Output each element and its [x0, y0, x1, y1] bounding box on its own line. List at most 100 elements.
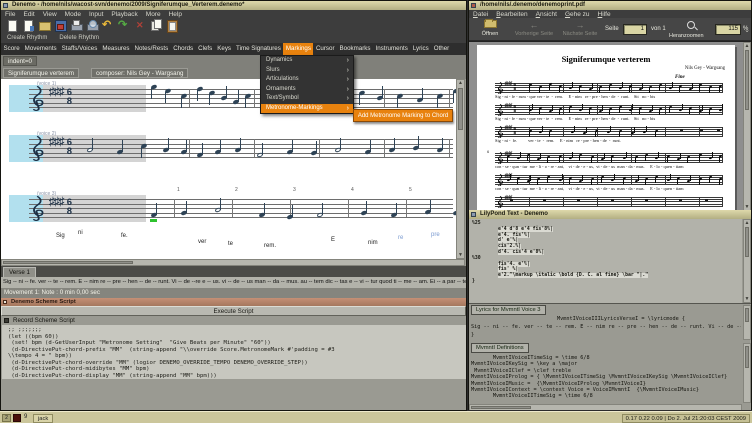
markings-menu-item[interactable]: Text/Symbol [261, 94, 353, 104]
lyric-syllable[interactable]: pre [431, 232, 440, 238]
score-hscrollbar[interactable] [1, 259, 465, 266]
denemo-titlebar[interactable]: Denemo - /home/nils/wacost-svn/denemo/20… [1, 1, 466, 10]
scroll-thumb[interactable] [745, 308, 749, 322]
menu-item[interactable]: Ansicht [532, 11, 561, 18]
command-menu-item[interactable]: Score [1, 43, 22, 55]
add-metronome-marking-menu-item[interactable]: Add Metronome Marking to Chord [353, 109, 453, 122]
lilypond-titlebar[interactable]: LilyPond Text - Denemo [469, 210, 751, 219]
menu-item[interactable]: Bearbeiten [492, 11, 531, 18]
menu-item[interactable]: File [1, 11, 19, 18]
markings-menu-item[interactable]: Articulations [261, 75, 353, 85]
scroll-up-icon[interactable]: ▲ [744, 43, 750, 49]
scroll-up-icon[interactable]: ▲ [744, 220, 750, 226]
rhythm-button[interactable]: Delete Rhythm [53, 35, 105, 41]
menu-item[interactable]: Datei [469, 11, 492, 18]
menu-item[interactable]: Hilfe [594, 11, 615, 18]
pdf-view-area[interactable]: Signiferumque verterem Nils Gey - Wargsa… [469, 41, 751, 210]
scroll-thumb[interactable] [745, 50, 749, 110]
scroll-thumb[interactable] [471, 406, 531, 409]
lyric-syllable[interactable]: te [228, 241, 233, 247]
scroll-down-icon[interactable]: ▼ [744, 296, 750, 302]
save-icon[interactable] [54, 19, 67, 32]
staff-voice-2[interactable]: ♯♯♯ 6 8 [9, 135, 453, 162]
lyrics-code-line[interactable]: } [471, 332, 474, 338]
open-icon[interactable] [22, 19, 34, 32]
scroll-down-icon[interactable]: ▼ [457, 252, 464, 258]
lilypond-text-view[interactable]: %25 e'4 d'8 e'4 fis'8%| e'4. fis'%| d' e'%|… [469, 219, 742, 303]
command-menu-item[interactable]: Movements [22, 43, 59, 55]
execute-script-button[interactable]: Execute Script [1, 306, 466, 316]
lyrics-code-line[interactable]: Sig -- ni -- fe. ver -- te -- rem. E -- … [471, 324, 741, 330]
command-menu-item[interactable]: Clefs [196, 43, 215, 55]
definitions-text-view[interactable]: MvmntIVoiceITimeSig = \time 6/8 MvmntIVoi… [471, 355, 741, 405]
lyrics-voice-tab[interactable]: Lyrics for MvmntI Voice 3 [471, 305, 546, 315]
print-preview-icon[interactable] [86, 19, 99, 32]
lyrics-code-line[interactable]: MvmntIVoiceIIILyricsVerseI = \lyricmode … [557, 316, 685, 322]
staff-voice-3[interactable]: ♯♯♯ 6 8 [9, 195, 456, 222]
menu-item[interactable]: View [39, 11, 61, 18]
menu-item[interactable]: Edit [19, 11, 38, 18]
chevron-down-icon[interactable]: ⌄ [744, 26, 750, 34]
redo-icon[interactable] [118, 19, 130, 32]
pdf-vscrollbar[interactable]: ▲ ▼ [743, 42, 751, 210]
zoom-in-icon[interactable] [687, 21, 695, 29]
command-menu-item[interactable]: Cursor [313, 43, 337, 55]
score-vscrollbar[interactable]: ▲ ▼ [456, 79, 465, 259]
command-menu-item[interactable]: Keys [215, 43, 234, 55]
indent-button[interactable]: indent=0 [3, 56, 37, 66]
scroll-thumb[interactable] [3, 261, 133, 264]
new-score-icon[interactable] [6, 19, 18, 32]
definitions-tab[interactable]: MvmntI Definitions [471, 343, 529, 353]
note[interactable] [452, 210, 456, 216]
command-menu-item[interactable]: Measures [100, 43, 132, 55]
menu-item[interactable]: More [142, 11, 165, 18]
command-menu-item[interactable]: Chords [171, 43, 196, 55]
workspace-pager[interactable]: 2 [2, 414, 11, 422]
pdf-titlebar[interactable]: /home/nils/.denemo/denemoprint.pdf [469, 1, 751, 10]
markings-menu-item[interactable]: Slurs [261, 66, 353, 76]
open-folder-icon[interactable] [38, 19, 51, 32]
verse-lyrics-line[interactable]: Sig -- ni -- fe. ver -- te -- rem. E -- … [1, 277, 466, 288]
definitions-vscrollbar[interactable] [743, 343, 751, 403]
command-menu-item[interactable]: Other [431, 43, 451, 55]
previous-page-button[interactable]: ← Vorherige Seite [511, 21, 557, 38]
lyric-syllable[interactable]: nim [368, 240, 378, 246]
lilypond-vscrollbar[interactable]: ▲ ▼ [743, 219, 751, 303]
taskbar-item-jack[interactable]: jack [33, 413, 54, 423]
markings-menu-item[interactable]: Dynamics [261, 56, 353, 66]
composer-button[interactable]: composer: Nils Gey - Wargsang [91, 68, 189, 78]
command-menu-item[interactable]: Lyrics [410, 43, 431, 55]
score-canvas[interactable]: ♯♯♯ 6 8 ♯♯♯ 6 8 ♯♯♯ 6 8 (voice 1) (voice 2) (voi… [1, 79, 456, 259]
rhythm-button[interactable]: Create Rhythm [1, 35, 53, 41]
lyric-syllable[interactable]: E [331, 237, 335, 243]
print-icon[interactable] [70, 19, 83, 32]
command-menu-item[interactable]: Markings [283, 43, 314, 55]
menu-item[interactable]: Help [165, 11, 186, 18]
paste-icon[interactable] [166, 19, 178, 33]
command-menu-item[interactable]: Instruments [373, 43, 410, 55]
scroll-up-icon[interactable]: ▲ [457, 80, 464, 86]
menu-item[interactable]: Input [85, 11, 107, 18]
lyric-syllable[interactable]: rem. [264, 243, 276, 249]
scheme-script-editor[interactable]: ;; ;;;;;;; (let ((bpm 60)) (set! bpm (d-G… [2, 325, 466, 379]
zoom-value-input[interactable]: 115 [715, 24, 741, 35]
record-checkbox[interactable] [4, 318, 9, 323]
score-title-button[interactable]: Signiferumque verterem [3, 68, 80, 78]
tray-icon[interactable] [13, 414, 21, 422]
command-menu-item[interactable]: Staffs/Voices [59, 43, 100, 55]
definitions-hscrollbar[interactable] [469, 404, 742, 410]
scroll-thumb[interactable] [745, 346, 749, 368]
lyric-syllable[interactable]: fe. [121, 233, 128, 239]
scheme-script-titlebar[interactable]: Denemo Scheme Script [1, 298, 466, 306]
lyric-syllable[interactable]: re [398, 235, 403, 241]
open-button[interactable]: Öffnen [475, 19, 505, 37]
markings-menu-item[interactable]: Ornaments [261, 85, 353, 95]
markings-menu-item[interactable]: Metronome-Markings [261, 103, 353, 113]
lyric-syllable[interactable]: ver [198, 239, 206, 245]
menu-item[interactable]: Mode [61, 11, 85, 18]
menu-item[interactable]: Playback [107, 11, 141, 18]
lyric-syllable[interactable]: Sig [56, 233, 65, 239]
lyric-syllable[interactable]: ni [78, 230, 83, 236]
staff-voice-1[interactable]: ♯♯♯ 6 8 [9, 84, 456, 112]
command-menu-item[interactable]: Time Signatures [234, 43, 284, 55]
